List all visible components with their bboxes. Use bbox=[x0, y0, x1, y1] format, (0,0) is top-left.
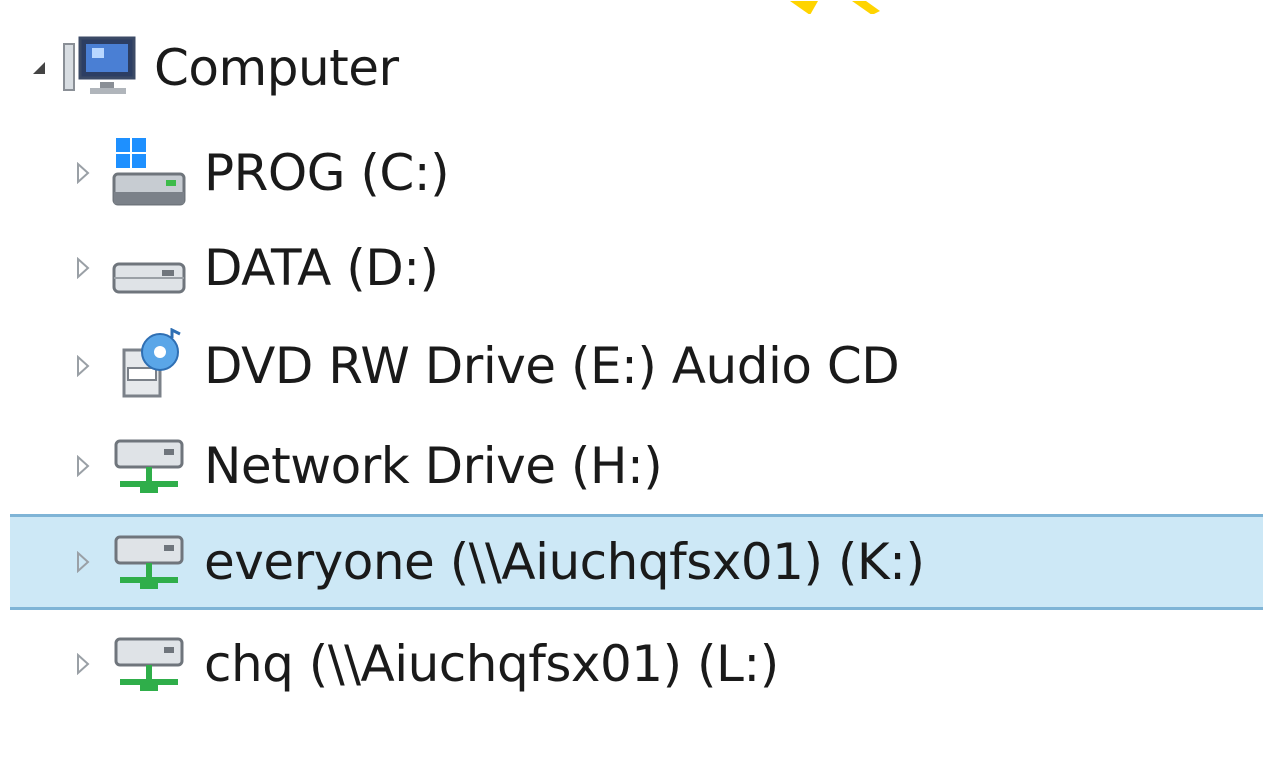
tree-item-prog-c[interactable]: PROG (C:) bbox=[0, 125, 1263, 221]
collapsed-arrow-icon[interactable] bbox=[72, 158, 94, 188]
tree-item-dvd-e[interactable]: DVD RW Drive (E:) Audio CD bbox=[0, 318, 1263, 414]
tree-item-everyone-k[interactable]: everyone (\\Aiuchqfsx01) (K:) bbox=[10, 514, 1263, 610]
tree-item-label: DVD RW Drive (E:) Audio CD bbox=[204, 337, 900, 395]
network-drive-icon bbox=[108, 522, 190, 602]
collapsed-arrow-icon[interactable] bbox=[72, 253, 94, 283]
tree-item-network-h[interactable]: Network Drive (H:) bbox=[0, 418, 1263, 514]
tree-item-computer[interactable]: Computer bbox=[0, 20, 1263, 116]
tree-item-label: DATA (D:) bbox=[204, 239, 439, 297]
audio-cd-icon bbox=[108, 326, 190, 406]
tree-item-chq-l[interactable]: chq (\\Aiuchqfsx01) (L:) bbox=[0, 616, 1263, 712]
navigation-tree: Computer PROG (C:) DATA (D:) DVD RW Driv… bbox=[0, 0, 1263, 778]
expanded-arrow-icon[interactable] bbox=[28, 53, 50, 83]
collapsed-arrow-icon[interactable] bbox=[72, 451, 94, 481]
collapsed-arrow-icon[interactable] bbox=[72, 649, 94, 679]
collapsed-arrow-icon[interactable] bbox=[72, 547, 94, 577]
tree-item-data-d[interactable]: DATA (D:) bbox=[0, 220, 1263, 316]
system-drive-icon bbox=[108, 133, 190, 213]
tree-item-label: Network Drive (H:) bbox=[204, 437, 663, 495]
collapsed-arrow-icon[interactable] bbox=[72, 351, 94, 381]
network-drive-icon bbox=[108, 624, 190, 704]
tree-item-label: Computer bbox=[154, 39, 399, 97]
tree-item-label: PROG (C:) bbox=[204, 144, 450, 202]
hard-drive-icon bbox=[108, 233, 190, 303]
tree-item-label: chq (\\Aiuchqfsx01) (L:) bbox=[204, 635, 779, 693]
tree-item-label: everyone (\\Aiuchqfsx01) (K:) bbox=[204, 533, 925, 591]
decorative-yellow-shape bbox=[780, 0, 890, 14]
network-drive-icon bbox=[108, 426, 190, 506]
computer-icon bbox=[60, 33, 142, 103]
